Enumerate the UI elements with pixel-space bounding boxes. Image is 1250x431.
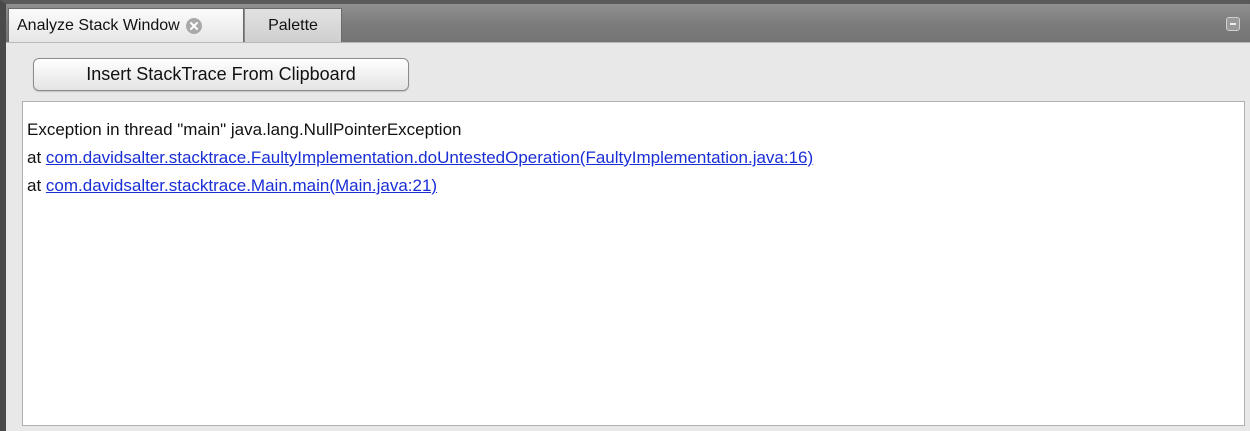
stack-frame: at com.davidsalter.stacktrace.Main.main(… xyxy=(27,172,1244,200)
close-icon[interactable] xyxy=(185,17,202,34)
tab-bar: Analyze Stack Window Palette xyxy=(6,4,1250,43)
insert-stacktrace-label: Insert StackTrace From Clipboard xyxy=(86,64,356,84)
stack-frame: at com.davidsalter.stacktrace.FaultyImpl… xyxy=(27,144,1244,172)
tab-analyze-stack-window[interactable]: Analyze Stack Window xyxy=(8,8,244,42)
tab-palette[interactable]: Palette xyxy=(244,8,342,42)
stacktrace-output[interactable]: Exception in thread "main" java.lang.Nul… xyxy=(22,101,1245,426)
frame-prefix: at xyxy=(27,148,46,167)
stack-frame-link[interactable]: com.davidsalter.stacktrace.FaultyImpleme… xyxy=(46,148,813,167)
tab-label: Analyze Stack Window xyxy=(17,16,180,34)
exception-line: Exception in thread "main" java.lang.Nul… xyxy=(27,120,462,139)
tab-label: Palette xyxy=(268,16,318,34)
frame-prefix: at xyxy=(27,176,46,195)
analyze-stack-window: Analyze Stack Window Palette Insert Stac… xyxy=(0,0,1250,431)
stack-frame-link[interactable]: com.davidsalter.stacktrace.Main.main(Mai… xyxy=(46,176,437,195)
insert-stacktrace-button[interactable]: Insert StackTrace From Clipboard xyxy=(33,58,409,91)
minimize-icon[interactable] xyxy=(1226,17,1240,31)
